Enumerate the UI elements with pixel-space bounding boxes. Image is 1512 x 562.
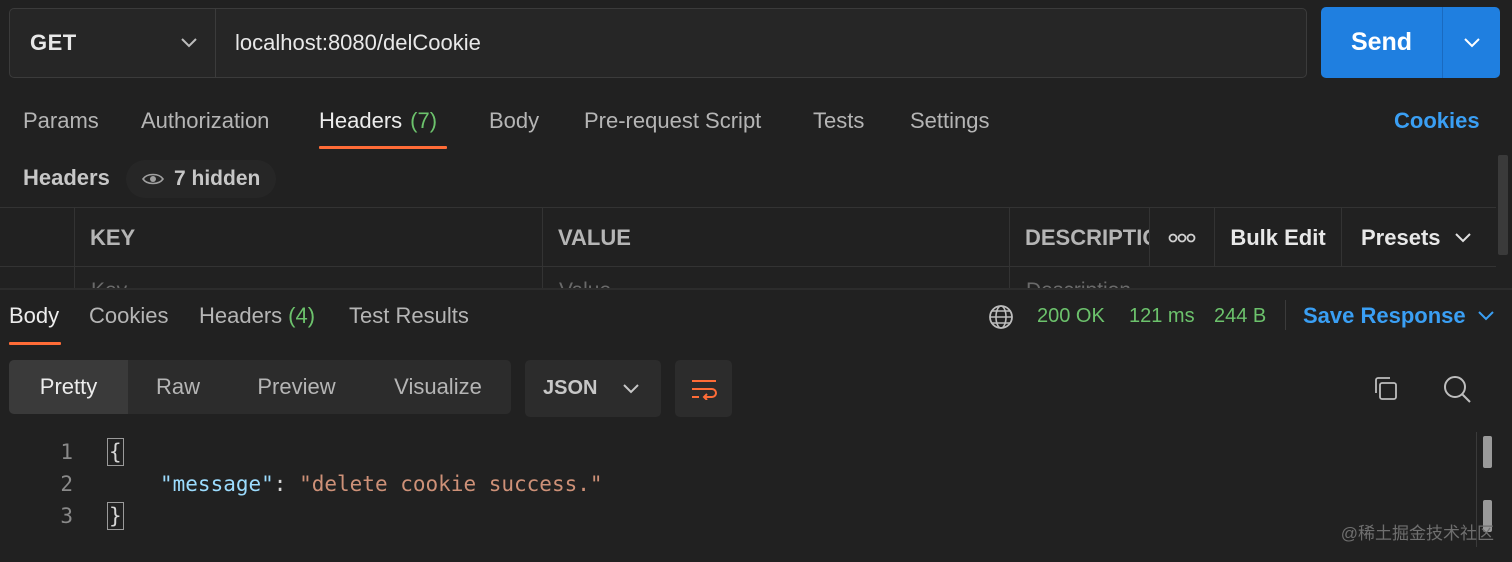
column-key: KEY [74,208,542,267]
send-button-group: Send [1321,7,1500,78]
response-tab-test-results[interactable]: Test Results [349,303,469,329]
globe-icon[interactable] [988,304,1014,330]
url-input[interactable] [216,9,1306,77]
wrap-lines-button[interactable] [675,360,732,417]
chevron-down-icon [1477,311,1494,321]
tab-tests-label: Tests [813,108,865,133]
request-tabs: Params Authorization Headers (7) Body Pre… [0,100,1512,150]
more-options-button[interactable] [1149,208,1214,267]
tab-headers-label: Headers [319,108,403,133]
code-scrollbar-thumb[interactable] [1483,436,1492,468]
json-key: "message" [160,472,274,496]
key-cell[interactable]: Key [74,267,542,289]
wrap-lines-icon [691,379,717,400]
tab-settings-label: Settings [910,108,990,133]
response-tab-body[interactable]: Body [9,303,59,329]
headers-table: KEY VALUE DESCRIPTIC Bulk Edit Presets K… [0,207,1496,289]
presets-dropdown[interactable]: Presets [1341,208,1496,267]
response-tab-cookies-label: Cookies [89,303,169,328]
search-icon[interactable] [1442,374,1472,404]
json-colon: : [273,472,300,496]
chevron-down-icon [623,383,639,393]
save-response-button[interactable]: Save Response [1303,303,1494,329]
response-time[interactable]: 121 ms [1129,305,1195,328]
response-tab-headers-label: Headers [199,303,283,328]
tab-settings[interactable]: Settings [910,100,990,150]
response-size[interactable]: 244 B [1214,305,1266,328]
view-mode-switcher: Pretty Raw Preview Visualize [9,360,511,414]
tab-body[interactable]: Body [489,100,539,150]
response-tab-cookies[interactable]: Cookies [89,303,168,329]
send-button[interactable]: Send [1321,7,1442,78]
mode-visualize[interactable]: Visualize [365,360,511,414]
column-value-label: VALUE [558,224,631,250]
request-url-bar: GET [9,8,1307,78]
description-cell[interactable]: Description [1009,267,1496,289]
request-scrollbar[interactable] [1498,155,1508,255]
headers-table-header: KEY VALUE DESCRIPTIC Bulk Edit Presets [0,207,1496,267]
chevron-down-icon [1463,37,1480,47]
tab-tests[interactable]: Tests [813,100,864,150]
divider [1285,300,1286,330]
column-description-label: DESCRIPTIC [1025,224,1149,250]
bulk-edit-button[interactable]: Bulk Edit [1214,208,1341,267]
eye-icon [142,173,164,185]
tab-authorization-label: Authorization [141,108,270,133]
hidden-headers-toggle[interactable]: 7 hidden [126,160,276,198]
table-row: Key Value Description [0,267,1496,289]
chevron-down-icon [181,38,197,48]
watermark: @稀土掘金技术社区 [1340,524,1494,543]
hidden-headers-label: 7 hidden [174,167,261,190]
status-code[interactable]: 200 OK [1037,305,1105,328]
tab-headers[interactable]: Headers (7) [319,100,437,150]
tab-authorization[interactable]: Authorization [141,100,269,150]
tab-params-label: Params [23,108,99,133]
format-dropdown[interactable]: JSON [525,360,661,417]
more-icon [1168,233,1196,242]
response-tab-headers[interactable]: Headers (4) [199,303,315,329]
tab-prerequest-script[interactable]: Pre-request Script [584,100,761,150]
open-brace: { [107,438,124,466]
chevron-down-icon [1454,232,1471,242]
tab-body-label: Body [489,108,540,133]
json-value: "delete cookie success." [299,472,603,496]
mode-preview[interactable]: Preview [228,360,365,414]
code-line-3[interactable]: } [107,502,124,530]
line-number: 2 [60,472,73,496]
line-number: 3 [60,504,73,528]
save-response-label: Save Response [1303,303,1466,328]
cookies-link-label: Cookies [1394,108,1480,133]
code-line-1[interactable]: { [107,438,124,466]
cookies-link[interactable]: Cookies [1394,100,1480,150]
line-number: 1 [60,440,73,464]
response-tab-body-label: Body [9,303,60,328]
tab-prerequest-label: Pre-request Script [584,108,762,133]
method-select[interactable]: GET [10,9,216,77]
column-value: VALUE [542,208,1009,267]
mode-pretty[interactable]: Pretty [9,360,128,414]
active-tab-indicator [319,146,447,149]
close-brace: } [107,502,124,530]
column-key-label: KEY [90,224,136,250]
response-active-tab-indicator [9,342,61,345]
send-options-button[interactable] [1442,7,1500,78]
format-label: JSON [543,377,598,399]
presets-label: Presets [1361,224,1441,250]
code-line-2[interactable]: "message": "delete cookie success." [160,472,603,496]
bulk-edit-label: Bulk Edit [1230,224,1326,250]
tab-params[interactable]: Params [23,100,99,150]
mode-raw[interactable]: Raw [128,360,228,414]
tab-headers-count: (7) [410,108,438,133]
method-label: GET [30,30,77,55]
headers-section-title: Headers [23,165,110,190]
copy-icon[interactable] [1372,375,1399,402]
column-description: DESCRIPTIC [1009,208,1149,267]
value-cell[interactable]: Value [542,267,1009,289]
response-tab-headers-count: (4) [288,303,316,328]
panel-divider[interactable] [0,288,1512,290]
response-tab-test-results-label: Test Results [349,303,469,328]
